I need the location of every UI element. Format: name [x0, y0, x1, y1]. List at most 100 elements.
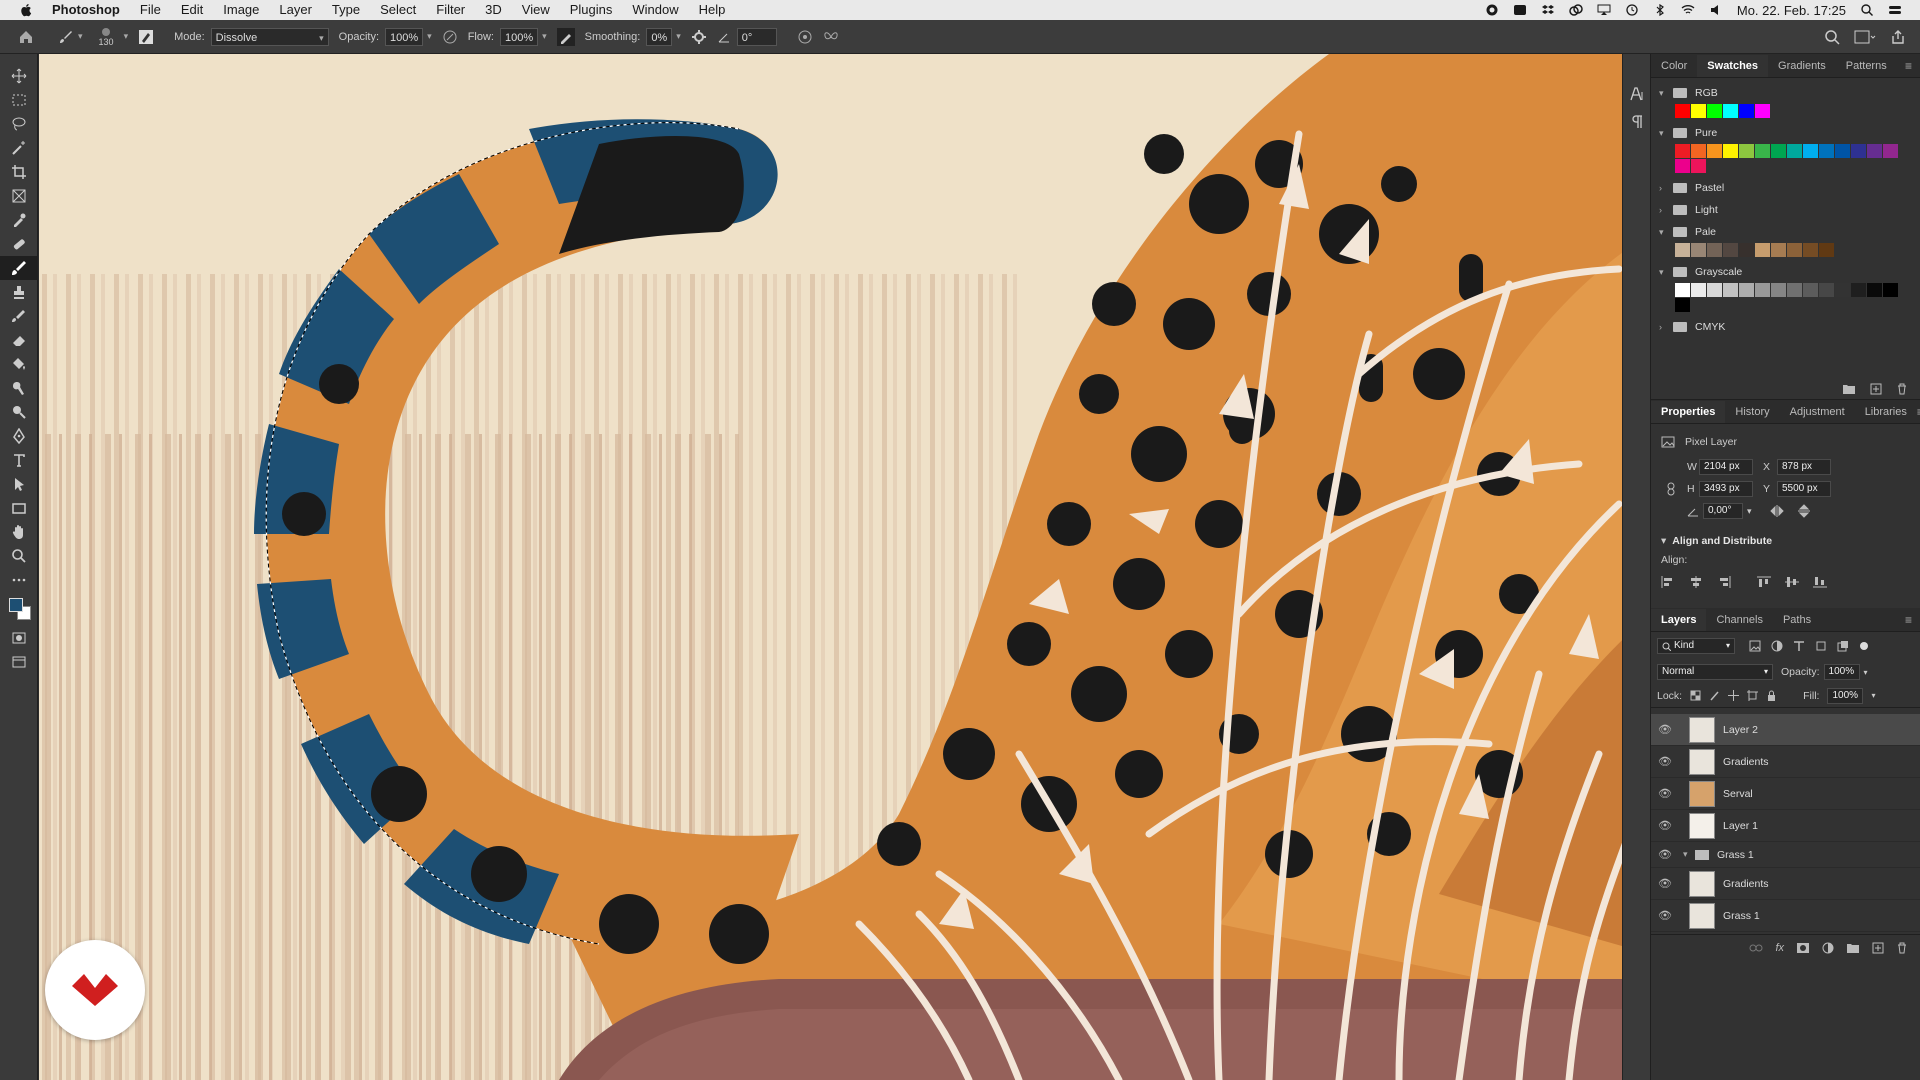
- color-swatch[interactable]: [1675, 298, 1690, 312]
- chevron-down-icon[interactable]: ▾: [676, 31, 681, 42]
- color-swatch[interactable]: [1707, 104, 1722, 118]
- chevron-down-icon[interactable]: ▾: [542, 31, 547, 42]
- character-panel-button[interactable]: [1623, 80, 1650, 108]
- color-swatch[interactable]: [1675, 104, 1690, 118]
- color-swatch[interactable]: [1691, 283, 1706, 297]
- eye-icon[interactable]: 👁: [1651, 723, 1679, 736]
- color-swatch[interactable]: [1755, 104, 1770, 118]
- align-center-horizontal-icon[interactable]: [1689, 576, 1703, 588]
- type-tool[interactable]: [0, 448, 38, 472]
- layer-row[interactable]: 👁 Layer 2: [1651, 714, 1920, 746]
- clone-stamp-tool[interactable]: [0, 280, 38, 304]
- eyedropper-tool[interactable]: [0, 208, 38, 232]
- pressure-size-button[interactable]: [797, 29, 813, 45]
- color-swatch[interactable]: [1755, 144, 1770, 158]
- color-swatch[interactable]: [1787, 243, 1802, 257]
- color-swatch[interactable]: [1691, 243, 1706, 257]
- workspace-icon[interactable]: [1854, 29, 1876, 45]
- color-swatch[interactable]: [1707, 144, 1722, 158]
- filter-adjustment-icon[interactable]: [1771, 640, 1783, 652]
- layer-opacity-input[interactable]: 100%: [1823, 664, 1860, 680]
- swatch-group-pure[interactable]: ▾ Pure: [1651, 122, 1920, 144]
- path-selection-tool[interactable]: [0, 472, 38, 496]
- menu-window[interactable]: Window: [622, 0, 688, 20]
- lock-position-icon[interactable]: [1728, 690, 1740, 701]
- color-swatch[interactable]: [1723, 283, 1738, 297]
- color-swatch[interactable]: [1819, 283, 1834, 297]
- color-swatch[interactable]: [1723, 104, 1738, 118]
- healing-brush-tool[interactable]: [0, 232, 38, 256]
- screen-mode-button[interactable]: [0, 650, 38, 674]
- rotation-field[interactable]: 0,00°: [1703, 503, 1743, 519]
- width-field[interactable]: 2104 px: [1699, 459, 1753, 475]
- new-swatch-icon[interactable]: [1870, 383, 1882, 395]
- document-canvas[interactable]: [39, 54, 1650, 1080]
- y-field[interactable]: 5500 px: [1777, 481, 1831, 497]
- menu-app-name[interactable]: Photoshop: [48, 0, 130, 20]
- symmetry-button[interactable]: [823, 29, 839, 45]
- color-swatch[interactable]: [1675, 283, 1690, 297]
- swatch-group-light[interactable]: › Light: [1651, 199, 1920, 221]
- paragraph-panel-button[interactable]: [1623, 108, 1650, 136]
- color-swatch[interactable]: [1755, 283, 1770, 297]
- mode-select[interactable]: Dissolve ▾: [210, 27, 329, 46]
- color-swatch[interactable]: [1723, 243, 1738, 257]
- color-swatch[interactable]: [1819, 243, 1834, 257]
- frame-tool[interactable]: [0, 184, 38, 208]
- wifi-icon[interactable]: [1681, 4, 1695, 16]
- color-swatch[interactable]: [1707, 243, 1722, 257]
- brush-size-picker[interactable]: 130: [99, 27, 114, 47]
- color-swatch[interactable]: [1691, 159, 1706, 173]
- lock-transparent-icon[interactable]: [1690, 690, 1701, 701]
- pressure-opacity-button[interactable]: [442, 29, 458, 45]
- color-swatch[interactable]: [1675, 243, 1690, 257]
- menu-layer[interactable]: Layer: [269, 0, 322, 20]
- eye-icon[interactable]: 👁: [1651, 787, 1679, 800]
- color-swatch[interactable]: [1771, 283, 1786, 297]
- smoothing-settings-button[interactable]: [691, 29, 707, 45]
- control-center-icon[interactable]: [1888, 4, 1902, 16]
- color-swatch[interactable]: [1787, 283, 1802, 297]
- menu-type[interactable]: Type: [322, 0, 370, 20]
- layer-mask-icon[interactable]: [1796, 942, 1810, 954]
- swatch-group-pastel[interactable]: › Pastel: [1651, 177, 1920, 199]
- menu-help[interactable]: Help: [689, 0, 736, 20]
- color-swatch[interactable]: [1707, 283, 1722, 297]
- app-tray-icon[interactable]: [1513, 4, 1527, 16]
- color-swatch[interactable]: [1883, 283, 1898, 297]
- color-swatch[interactable]: [1755, 243, 1770, 257]
- color-swatch[interactable]: [1883, 144, 1898, 158]
- magic-wand-tool[interactable]: [0, 136, 38, 160]
- menu-image[interactable]: Image: [213, 0, 269, 20]
- color-swatch[interactable]: [1691, 104, 1706, 118]
- filter-toggle-icon[interactable]: [1859, 641, 1869, 651]
- color-swatches[interactable]: [0, 592, 37, 626]
- color-swatch[interactable]: [1835, 144, 1850, 158]
- menu-edit[interactable]: Edit: [171, 0, 213, 20]
- menu-view[interactable]: View: [512, 0, 560, 20]
- lasso-tool[interactable]: [0, 112, 38, 136]
- tab-gradients[interactable]: Gradients: [1768, 55, 1836, 77]
- fill-input[interactable]: 100%: [1827, 687, 1864, 704]
- move-tool[interactable]: [0, 64, 38, 88]
- color-swatch[interactable]: [1803, 243, 1818, 257]
- tab-patterns[interactable]: Patterns: [1836, 55, 1897, 77]
- tab-color[interactable]: Color: [1651, 55, 1697, 77]
- color-swatch[interactable]: [1691, 144, 1706, 158]
- color-swatch[interactable]: [1723, 144, 1738, 158]
- tab-adjustment[interactable]: Adjustment: [1780, 401, 1855, 423]
- color-swatch[interactable]: [1803, 283, 1818, 297]
- eraser-tool[interactable]: [0, 328, 38, 352]
- panel-menu-icon[interactable]: ≡: [1905, 55, 1920, 77]
- angle-input[interactable]: 0°: [736, 27, 777, 46]
- tab-swatches[interactable]: Swatches: [1697, 55, 1769, 77]
- tab-paths[interactable]: Paths: [1773, 609, 1821, 631]
- adjustment-layer-icon[interactable]: [1822, 942, 1834, 954]
- trash-icon[interactable]: [1896, 942, 1908, 954]
- brush-tool-preset[interactable]: ▾: [58, 29, 83, 45]
- fx-icon[interactable]: fx: [1775, 942, 1784, 954]
- tab-properties[interactable]: Properties: [1651, 401, 1726, 423]
- new-folder-icon[interactable]: [1842, 383, 1856, 395]
- search-icon[interactable]: [1824, 29, 1840, 45]
- smudge-tool[interactable]: [0, 376, 38, 400]
